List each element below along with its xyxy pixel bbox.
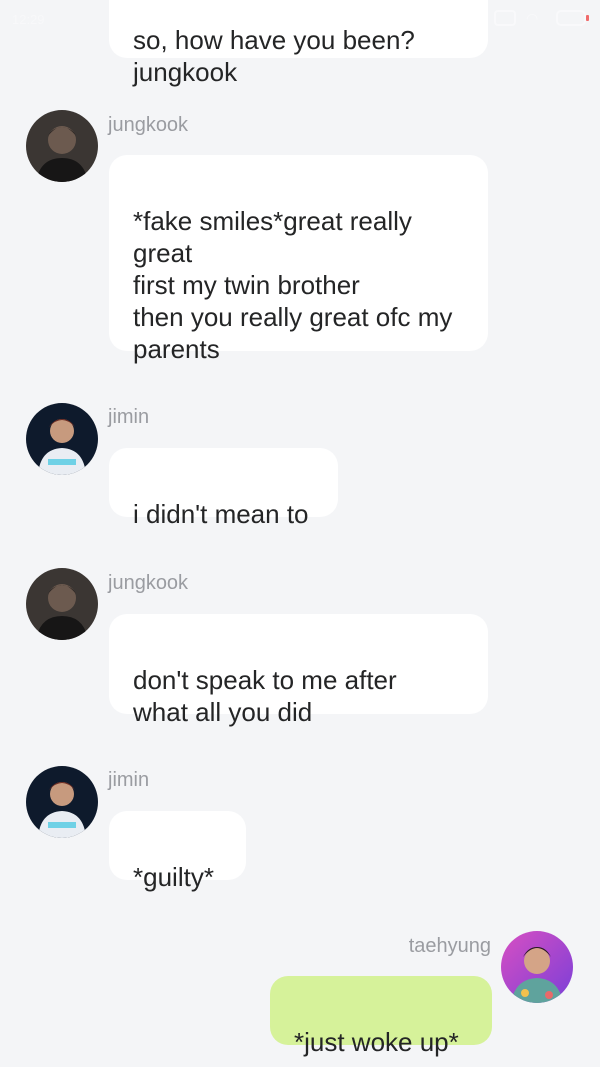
message-text: i didn't mean to [133,499,309,529]
jungkook-avatar[interactable] [26,568,98,640]
status-icons: ◠ [494,10,589,26]
chat-view: so, how have you been? jungkook jungkook… [0,0,600,1067]
taehyung-avatar[interactable] [501,931,573,1003]
sender-name: jimin [108,406,150,428]
wifi-icon: ◠ [526,10,539,26]
message-text: don't speak to me after what all you did [133,665,397,727]
message-bubble[interactable]: *fake smiles*great really great first my… [109,155,488,364]
sender-name: taehyung [408,935,491,957]
battery-icon [556,10,589,26]
jungkook-avatar[interactable] [26,110,98,182]
status-time: 12:29 [12,12,45,27]
message-bubble[interactable]: *guilty* [109,811,246,892]
sim-icon [494,10,516,26]
message-text: *guilty* [133,862,214,892]
sender-name: jungkook [108,114,189,136]
message-bubble-outgoing[interactable]: *just woke up* [270,976,492,1057]
sender-name: jimin [108,769,150,791]
message-bubble[interactable]: don't speak to me after what all you did [109,614,488,727]
sender-name: jungkook [108,572,189,594]
message-text: *fake smiles*great really great first my… [133,206,453,364]
message-text: *just woke up* [294,1027,459,1057]
jimin-avatar[interactable] [26,766,98,838]
status-bar: 12:29 ◠ [0,0,600,40]
jimin-avatar[interactable] [26,403,98,475]
message-bubble[interactable]: i didn't mean to [109,448,338,529]
